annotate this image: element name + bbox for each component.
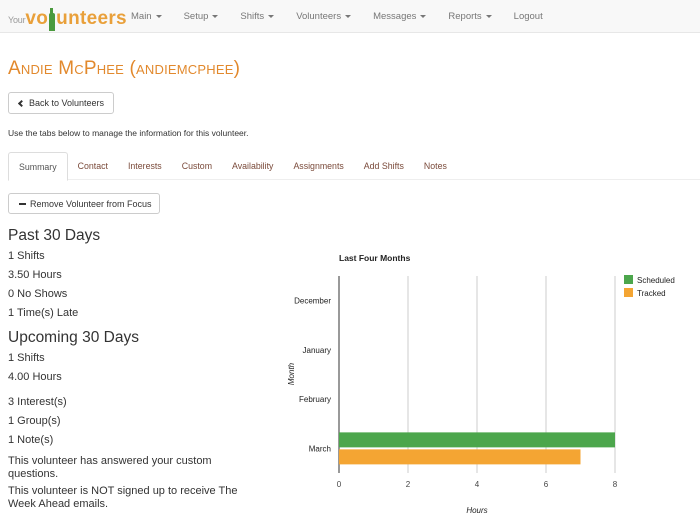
chart-bar-scheduled (339, 432, 615, 448)
brand-name-part1: vo (25, 8, 49, 29)
brand-name-part2: unteers (56, 8, 127, 29)
past-late: 1 Time(s) Late (8, 307, 79, 319)
caret-down-icon (420, 14, 427, 18)
main-nav: Main Setup Shifts Volunteers Messages Re… (131, 0, 565, 33)
tab-interests[interactable]: Interests (118, 152, 172, 180)
tab-assignments[interactable]: Assignments (283, 152, 353, 180)
tab-availability[interactable]: Availability (222, 152, 283, 180)
chevron-left-icon (17, 99, 26, 107)
remove-button-label: Remove Volunteer from Focus (30, 198, 152, 209)
legend-label-tracked: Tracked (637, 289, 666, 298)
summary-stats: Past 30 Days 1 Shifts 3.50 Hours 0 No Sh… (8, 226, 258, 514)
nav-reports[interactable]: Reports (448, 11, 492, 22)
chart-bar-tracked (339, 449, 581, 465)
nav-shifts[interactable]: Shifts (240, 11, 275, 22)
nav-volunteers-label: Volunteers (296, 11, 342, 22)
caret-down-icon (155, 14, 162, 18)
caret-down-icon (485, 14, 492, 18)
back-button-label: Back to Volunteers (29, 98, 105, 108)
chart-x-tick-label: 2 (406, 480, 411, 489)
chart-category-label: January (303, 346, 331, 355)
tab-summary[interactable]: Summary (8, 152, 68, 181)
nav-main-label: Main (131, 11, 152, 22)
week-ahead-email-status: This volunteer is NOT signed up to recei… (8, 485, 238, 510)
nav-setup-label: Setup (183, 11, 209, 22)
chart-x-tick-label: 4 (475, 480, 480, 489)
caret-down-icon (345, 14, 352, 18)
nav-logout[interactable]: Logout (514, 11, 543, 22)
nav-messages-label: Messages (373, 11, 417, 22)
remove-from-focus-button[interactable]: Remove Volunteer from Focus (8, 193, 160, 214)
notes-count: 1 Note(s) (8, 434, 54, 446)
upcoming-hours: 4.00 Hours (8, 371, 62, 383)
caret-down-icon (268, 14, 275, 18)
hours-chart: Last Four Months December January February… (270, 248, 700, 521)
intro-text: Use the tabs below to manage the informa… (8, 128, 249, 138)
nav-shifts-label: Shifts (240, 11, 265, 22)
past-30-days-heading: Past 30 Days (8, 227, 101, 244)
chart-category-label: December (294, 297, 331, 306)
upcoming-shifts: 1 Shifts (8, 352, 45, 364)
chart-x-tick-label: 0 (337, 480, 342, 489)
chart-x-tick-label: 6 (544, 480, 549, 489)
nav-main[interactable]: Main (131, 11, 162, 22)
brand-logo[interactable]: Your vo unteers (8, 4, 127, 31)
brand-name: vo unteers (25, 8, 127, 31)
chart-category-labels: December January February March (294, 297, 331, 454)
back-to-volunteers-button[interactable]: Back to Volunteers (8, 92, 114, 114)
nav-setup[interactable]: Setup (184, 11, 219, 22)
volunteer-tabs: Summary Contact Interests Custom Availab… (8, 152, 700, 181)
nav-logout-label: Logout (513, 11, 543, 22)
tab-notes[interactable]: Notes (414, 152, 457, 180)
tab-add-shifts[interactable]: Add Shifts (354, 152, 414, 180)
brand-prefix: Your (8, 15, 26, 25)
interests-count: 3 Interest(s) (8, 396, 67, 408)
statue-torch-icon (49, 8, 56, 31)
top-navbar: Your vo unteers Main Setup Shifts Volunte… (0, 0, 700, 33)
minus-icon (19, 202, 26, 205)
legend-swatch-tracked (624, 288, 633, 297)
past-no-shows: 0 No Shows (8, 288, 68, 300)
nav-reports-label: Reports (448, 11, 482, 22)
custom-questions-status: This volunteer has answered your custom … (8, 455, 212, 480)
chart-tick-labels: 0 2 4 6 8 (337, 480, 618, 489)
chart-category-label: February (299, 395, 331, 404)
chart-y-axis-label: Month (287, 362, 296, 385)
chart-title: Last Four Months (339, 253, 411, 263)
nav-messages[interactable]: Messages (373, 11, 427, 22)
tab-custom[interactable]: Custom (172, 152, 222, 180)
nav-volunteers[interactable]: Volunteers (296, 11, 352, 22)
tab-contact[interactable]: Contact (68, 152, 118, 180)
past-hours: 3.50 Hours (8, 269, 62, 281)
chart-category-label: March (309, 444, 331, 453)
chart-canvas: Last Four Months December January February… (287, 253, 675, 515)
upcoming-30-days-heading: Upcoming 30 Days (8, 329, 139, 346)
chart-legend: Scheduled Tracked (624, 275, 675, 298)
chart-x-tick-label: 8 (613, 480, 618, 489)
caret-down-icon (212, 14, 219, 18)
past-shifts: 1 Shifts (8, 250, 45, 262)
legend-swatch-scheduled (624, 275, 633, 284)
groups-count: 1 Group(s) (8, 415, 61, 427)
page-title: Andie McPhee (andiemcphee) (8, 58, 241, 79)
legend-label-scheduled: Scheduled (637, 276, 675, 285)
chart-x-axis-label: Hours (466, 506, 487, 515)
